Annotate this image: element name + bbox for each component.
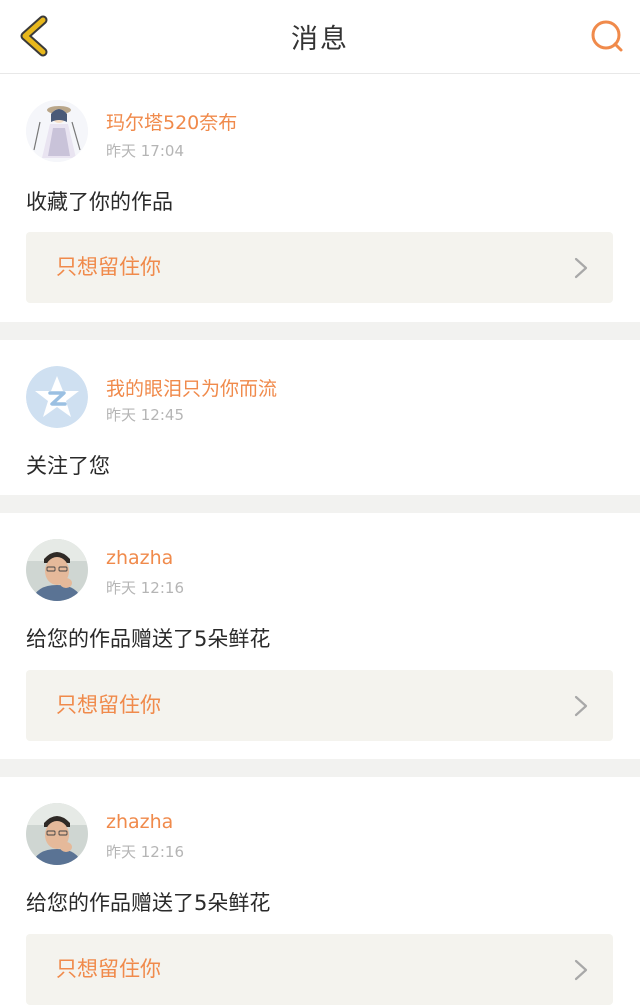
user-name[interactable]: zhazha (106, 811, 173, 833)
message-time: 昨天 12:45 (106, 406, 184, 424)
work-link[interactable]: 只想留住你 (26, 934, 613, 1005)
card-divider (0, 495, 640, 513)
card-divider (0, 759, 640, 777)
message-card[interactable]: 我的眼泪只为你而流 昨天 12:45 关注了您 (0, 340, 640, 495)
message-time: 昨天 12:16 (106, 579, 184, 597)
message-card[interactable]: zhazha 昨天 12:16 给您的作品赠送了5朵鲜花 只想留住你 (0, 513, 640, 759)
message-card[interactable]: zhazha 昨天 12:16 给您的作品赠送了5朵鲜花 只想留住你 (0, 777, 640, 1005)
user-avatar[interactable] (26, 539, 88, 601)
qzone-star-avatar-icon (26, 366, 88, 428)
message-card[interactable]: 玛尔塔520奈布 昨天 17:04 收藏了你的作品 只想留住你 (0, 74, 640, 322)
page-title: 消息 (291, 24, 349, 55)
user-name[interactable]: 我的眼泪只为你而流 (106, 374, 277, 401)
chevron-right-icon (574, 695, 588, 717)
user-name[interactable]: zhazha (106, 547, 173, 569)
top-bar: 消息 (0, 0, 640, 74)
search-button[interactable] (588, 17, 626, 55)
chevron-right-icon (574, 959, 588, 981)
work-link[interactable]: 只想留住你 (26, 670, 613, 741)
man-photo-avatar-icon (26, 539, 88, 601)
message-time: 昨天 17:04 (106, 142, 184, 160)
message-text: 给您的作品赠送了5朵鲜花 (26, 891, 271, 915)
message-text: 关注了您 (26, 454, 110, 478)
user-avatar[interactable] (26, 366, 88, 428)
card-divider (0, 322, 640, 340)
user-avatar[interactable] (26, 100, 88, 162)
anime-girl-avatar-icon (26, 100, 88, 162)
work-title: 只想留住你 (56, 693, 161, 717)
work-link[interactable]: 只想留住你 (26, 232, 613, 303)
search-icon (591, 20, 623, 52)
work-title: 只想留住你 (56, 255, 161, 279)
chevron-right-icon (574, 257, 588, 279)
message-text: 给您的作品赠送了5朵鲜花 (26, 627, 271, 651)
user-avatar[interactable] (26, 803, 88, 865)
man-photo-avatar-icon (26, 803, 88, 865)
message-text: 收藏了你的作品 (26, 190, 173, 214)
user-name[interactable]: 玛尔塔520奈布 (106, 108, 237, 135)
message-time: 昨天 12:16 (106, 843, 184, 861)
work-title: 只想留住你 (56, 957, 161, 981)
